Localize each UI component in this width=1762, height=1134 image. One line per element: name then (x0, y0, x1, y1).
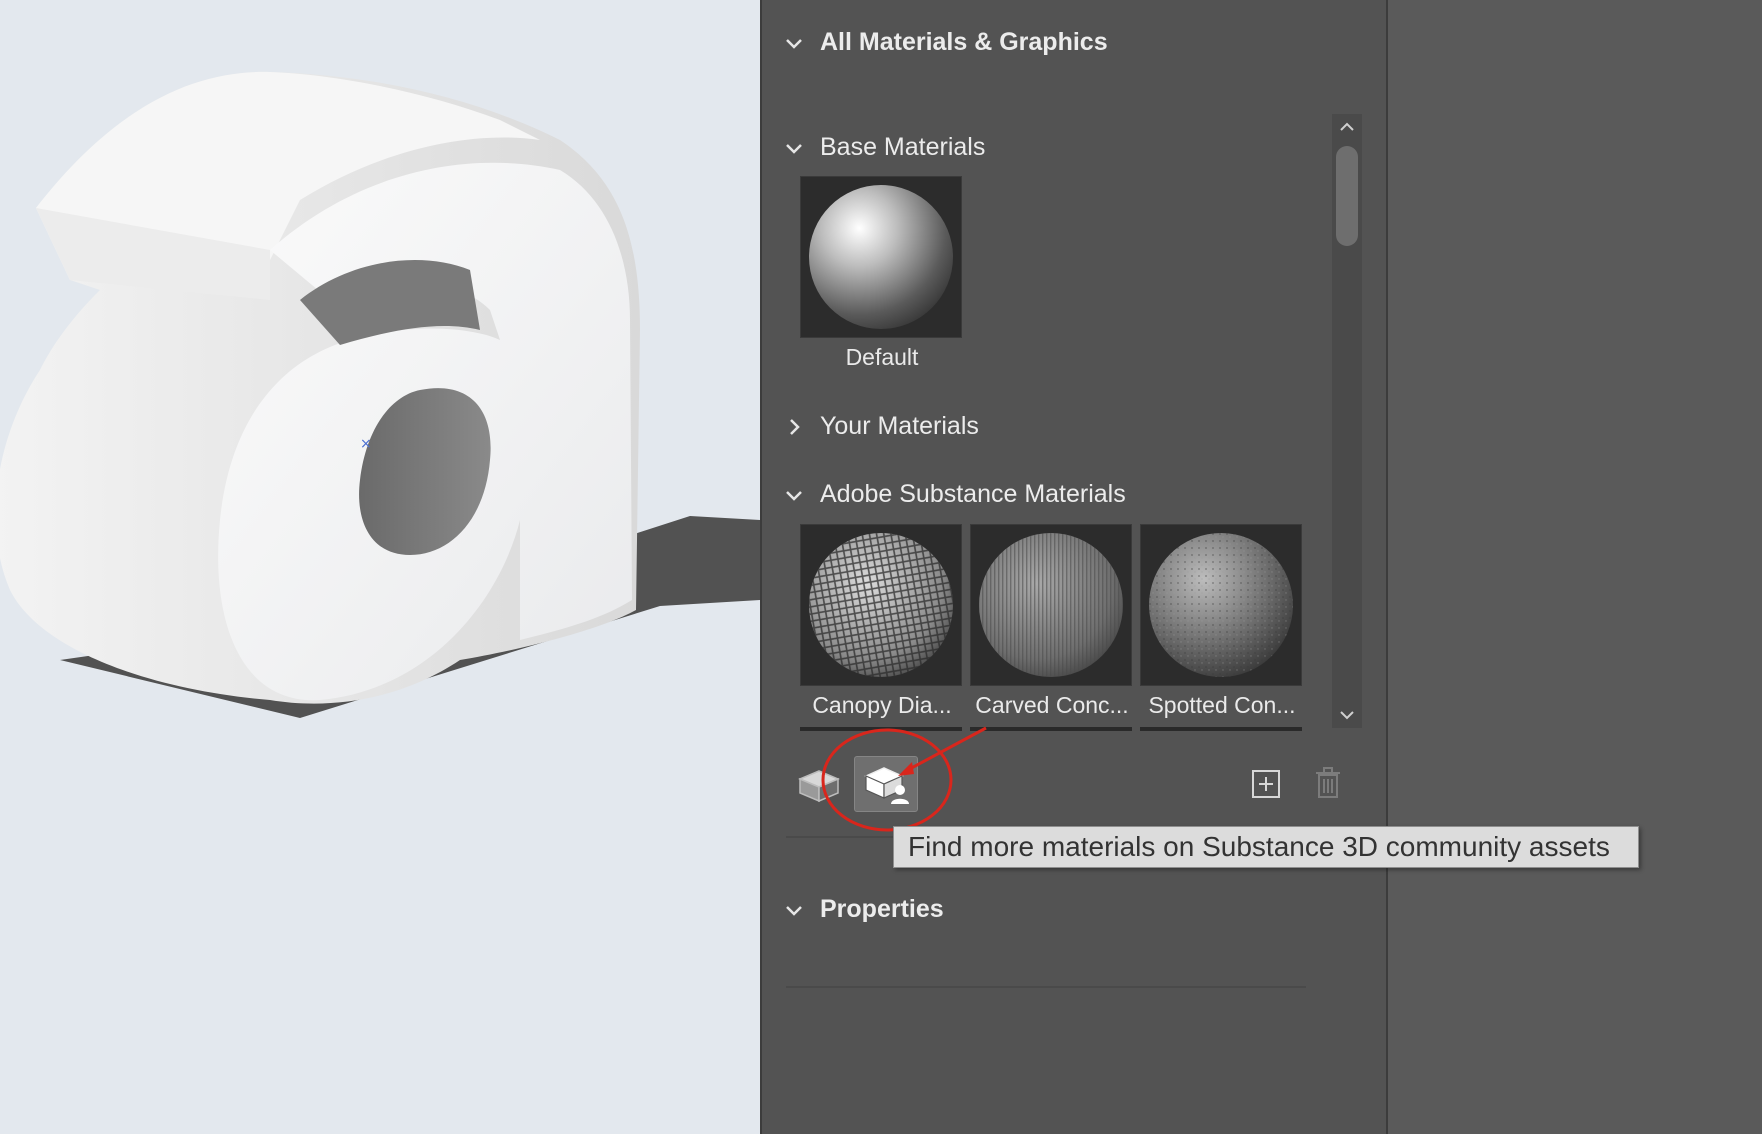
adobe-materials-header[interactable]: Adobe Substance Materials (782, 480, 1126, 509)
material-thumb-default[interactable]: Default (800, 176, 964, 371)
material-preview (1140, 524, 1302, 686)
add-square-icon (1252, 770, 1280, 798)
thumb-underline (970, 727, 1132, 731)
material-label: Canopy Dia... (812, 692, 952, 718)
material-thumb-canopy[interactable]: Canopy Dia... (800, 524, 964, 731)
adobe-materials-label: Adobe Substance Materials (820, 480, 1126, 508)
chevron-down-icon (782, 898, 806, 922)
material-preview (800, 176, 962, 338)
your-materials-header[interactable]: Your Materials (782, 412, 979, 441)
chevron-down-icon (782, 136, 806, 160)
trash-icon (1316, 767, 1340, 798)
3d-canvas[interactable]: × (0, 0, 760, 1134)
scrollbar-thumb[interactable] (1336, 146, 1358, 246)
chevron-right-icon (782, 415, 806, 439)
properties-divider (786, 986, 1306, 988)
thumb-underline (800, 727, 962, 731)
chevron-down-icon (782, 483, 806, 507)
sphere-default-icon (809, 185, 953, 329)
sphere-canopy-icon (809, 533, 953, 677)
chevron-down-icon (782, 31, 806, 55)
cursor-marker-icon: × (360, 436, 372, 452)
thumb-underline (1140, 727, 1302, 731)
material-thumb-spotted[interactable]: Spotted Con... (1140, 524, 1304, 731)
sphere-carved-icon (979, 533, 1123, 677)
properties-label: Properties (820, 895, 944, 923)
your-materials-label: Your Materials (820, 412, 979, 440)
materials-button[interactable] (792, 760, 846, 810)
materials-scrollbar[interactable] (1332, 114, 1362, 728)
material-preview (800, 524, 962, 686)
material-label: Default (845, 344, 919, 370)
material-label: Spotted Con... (1148, 692, 1296, 718)
cube-community-icon (864, 767, 909, 804)
base-materials-label: Base Materials (820, 133, 986, 161)
right-empty-area (1388, 0, 1762, 1134)
community-assets-button[interactable] (854, 756, 918, 812)
add-material-button[interactable] (1248, 766, 1284, 802)
properties-header[interactable]: Properties (782, 895, 944, 924)
delete-material-button[interactable] (1310, 764, 1346, 802)
material-thumb-carved[interactable]: Carved Conc... (970, 524, 1134, 731)
material-preview (970, 524, 1132, 686)
base-materials-header[interactable]: Base Materials (782, 133, 985, 162)
scroll-up-icon[interactable] (1332, 114, 1362, 140)
cube-materials-icon (798, 770, 840, 803)
3d-letter-a-object[interactable]: × (0, 0, 760, 1134)
all-materials-label: All Materials & Graphics (820, 28, 1108, 56)
all-materials-header[interactable]: All Materials & Graphics (782, 28, 1108, 57)
community-assets-tooltip: Find more materials on Substance 3D comm… (893, 826, 1639, 868)
sphere-spotted-icon (1149, 533, 1293, 677)
scroll-down-icon[interactable] (1332, 702, 1362, 728)
material-label: Carved Conc... (975, 692, 1129, 718)
